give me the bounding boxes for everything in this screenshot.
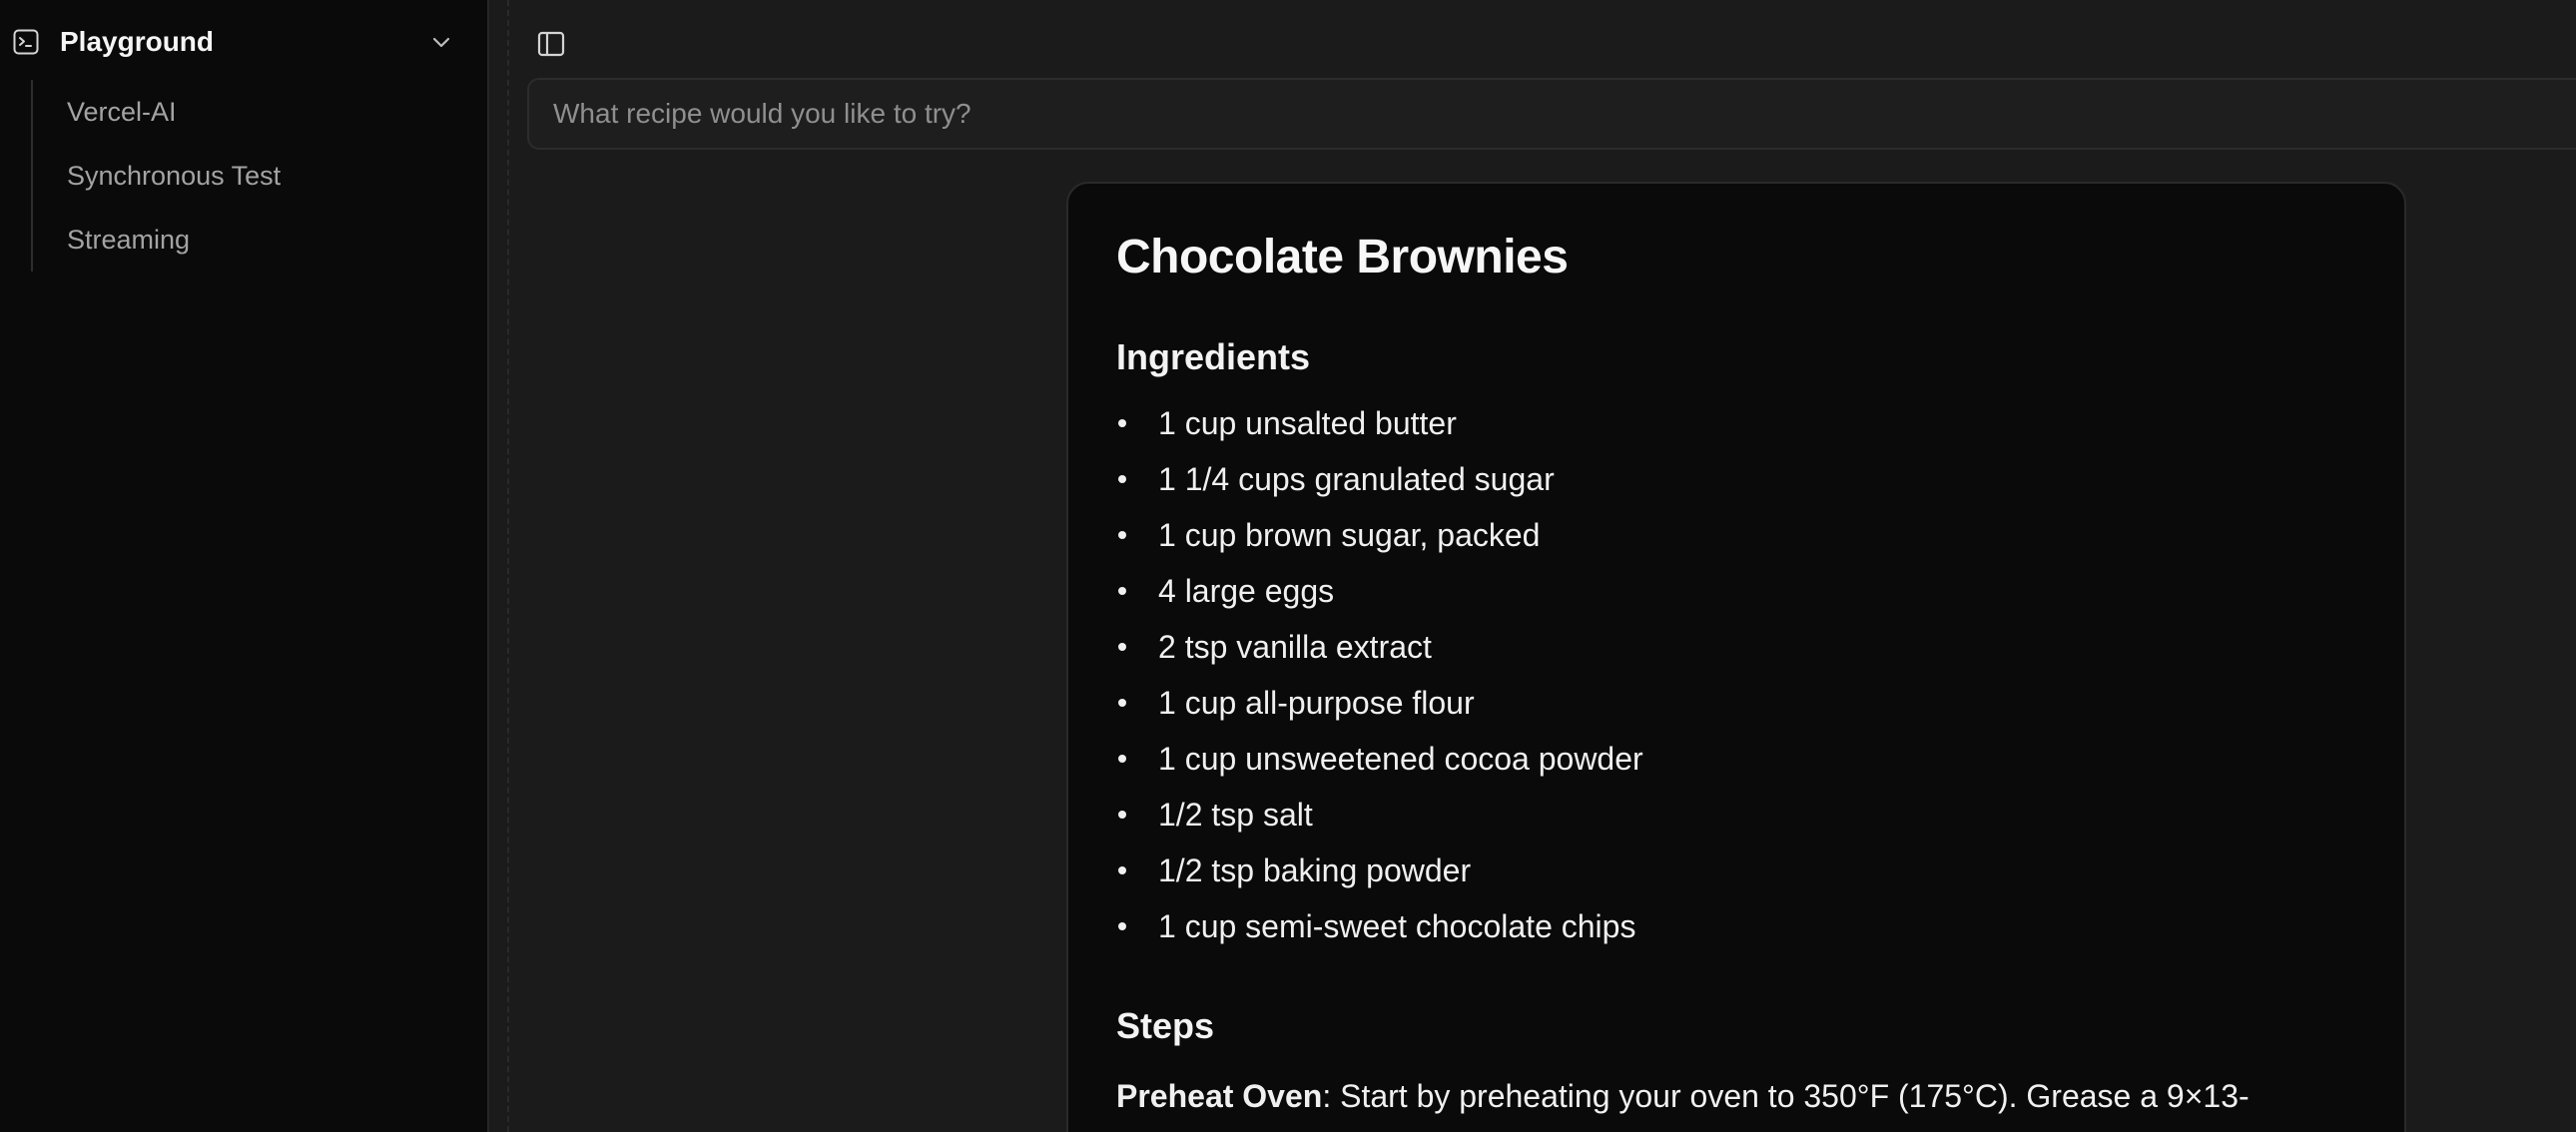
sidebar-rail[interactable] <box>507 0 509 1132</box>
list-item: 1 cup brown sugar, packed <box>1116 507 2356 563</box>
step-text: : Start by preheating your oven to 350°F… <box>1322 1078 2250 1114</box>
list-item: 1 1/4 cups granulated sugar <box>1116 451 2356 507</box>
list-item: 1 cup all-purpose flour <box>1116 675 2356 731</box>
recipe-title: Chocolate Brownies <box>1116 231 1569 283</box>
sidebar-item-streaming[interactable]: Streaming <box>33 208 460 272</box>
list-item: 1 cup unsalted butter <box>1116 395 2356 451</box>
terminal-icon <box>12 28 40 56</box>
sidebar: Playground Vercel-AI Synchronous Test St… <box>0 0 489 1132</box>
app-window: Playground Vercel-AI Synchronous Test St… <box>0 0 2576 1132</box>
list-item: 1/2 tsp salt <box>1116 787 2356 843</box>
sidebar-item-label: Streaming <box>67 224 191 255</box>
sidebar-nav: Vercel-AI Synchronous Test Streaming <box>31 80 460 272</box>
sidebar-item-label: Synchronous Test <box>67 160 282 191</box>
step-item: Preheat Oven: Start by preheating your o… <box>1116 1074 2356 1119</box>
recipe-card: Chocolate Brownies Ingredients 1 cup uns… <box>1066 182 2406 1132</box>
main-content: Chocolate Brownies Ingredients 1 cup uns… <box>491 0 2576 1132</box>
ingredients-list: 1 cup unsalted butter 1 1/4 cups granula… <box>1116 395 2356 954</box>
recipe-prompt-input[interactable] <box>527 78 2576 150</box>
list-item: 1/2 tsp baking powder <box>1116 843 2356 898</box>
step-title: Preheat Oven <box>1116 1078 1323 1114</box>
sidebar-item-vercel-ai[interactable]: Vercel-AI <box>33 80 460 144</box>
sidebar-toggle-icon[interactable] <box>535 28 567 60</box>
steps-heading: Steps <box>1116 1005 1215 1046</box>
ingredients-heading: Ingredients <box>1116 336 1311 377</box>
sidebar-title: Playground <box>60 26 215 57</box>
chevron-down-icon[interactable] <box>423 24 459 60</box>
list-item: 4 large eggs <box>1116 563 2356 619</box>
list-item: 1 cup unsweetened cocoa powder <box>1116 731 2356 787</box>
sidebar-item-synchronous-test[interactable]: Synchronous Test <box>33 144 460 208</box>
list-item: 1 cup semi-sweet chocolate chips <box>1116 898 2356 954</box>
sidebar-item-label: Vercel-AI <box>67 96 177 127</box>
sidebar-header[interactable]: Playground <box>12 18 459 66</box>
list-item: 2 tsp vanilla extract <box>1116 619 2356 675</box>
